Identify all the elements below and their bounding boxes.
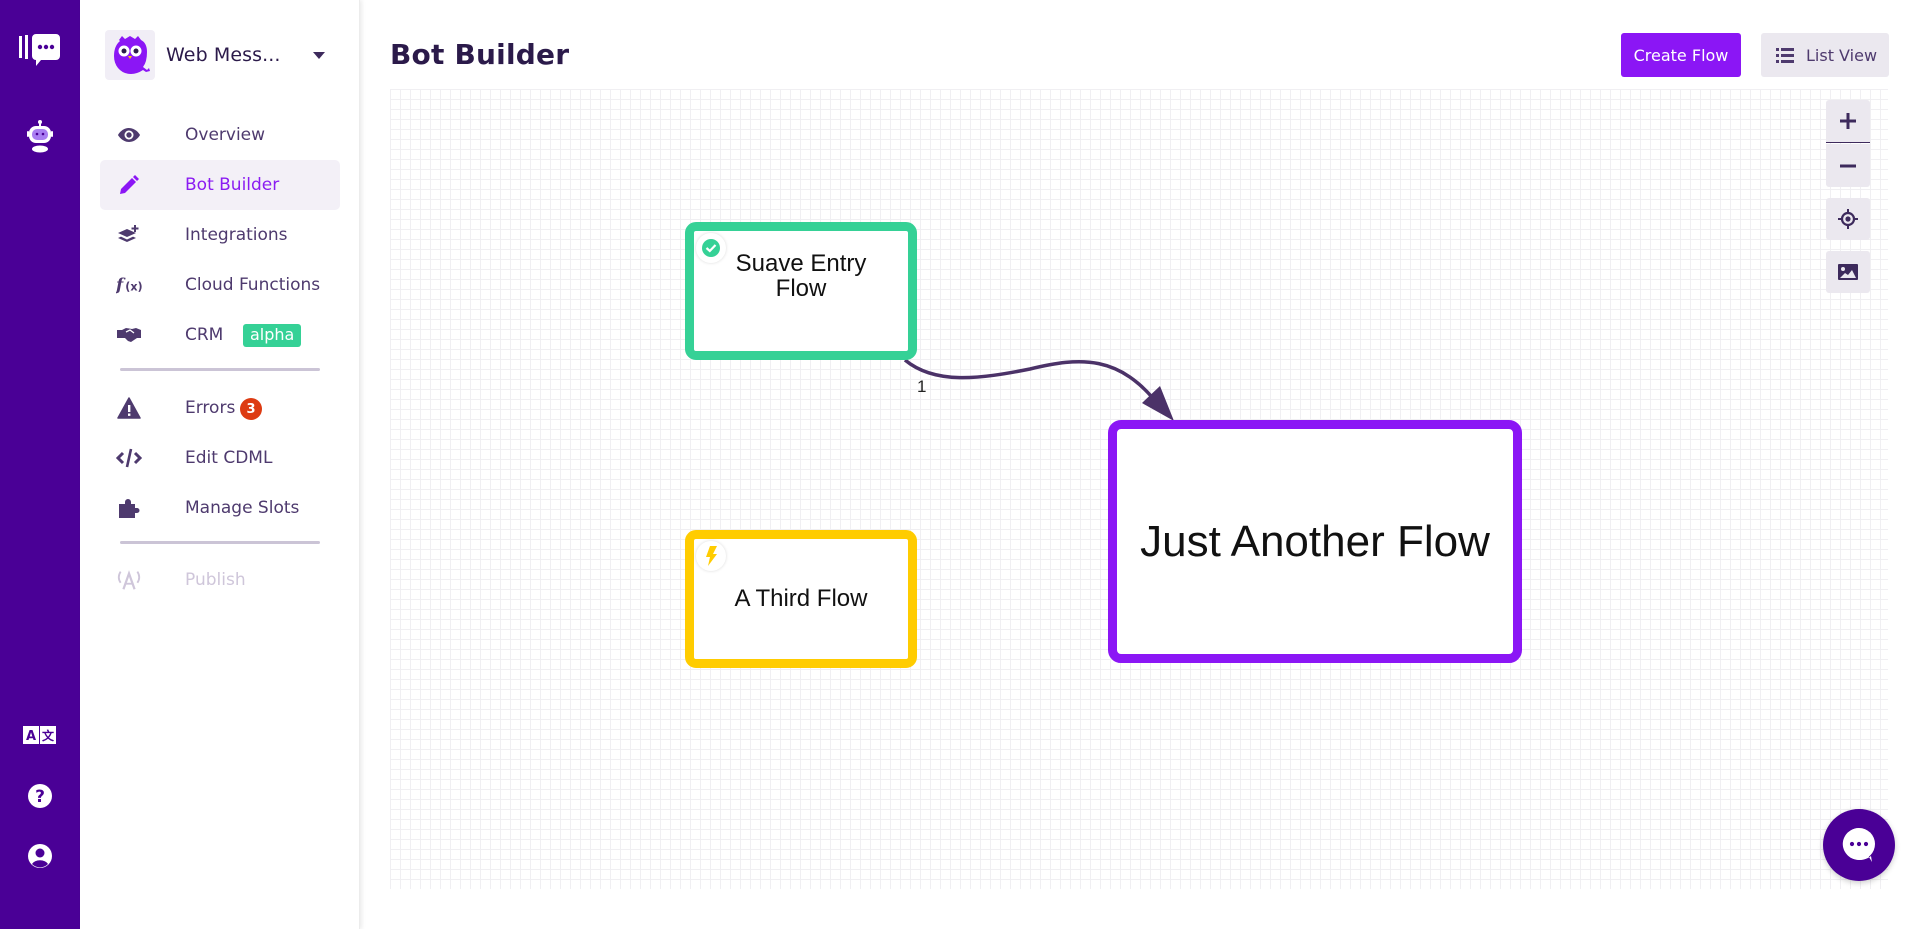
list-view-button[interactable]: List View xyxy=(1761,33,1889,77)
error-count-badge: 3 xyxy=(240,398,262,420)
sidebar-item-overview[interactable]: Overview xyxy=(100,110,340,160)
zoom-in-button[interactable] xyxy=(1826,100,1870,143)
sidebar-item-manage-slots[interactable]: Manage Slots xyxy=(100,483,340,533)
sidebar-item-edit-cdml[interactable]: Edit CDML xyxy=(100,433,340,483)
help-icon[interactable]: ? xyxy=(0,782,80,810)
puzzle-icon xyxy=(116,495,142,521)
flow-node-third[interactable]: A Third Flow xyxy=(685,530,917,668)
flow-node-suave-entry[interactable]: Suave Entry Flow xyxy=(685,222,917,360)
sidebar-item-publish[interactable]: Publish xyxy=(100,555,340,605)
node-label: Just Another Flow xyxy=(1140,516,1490,566)
plus-icon xyxy=(1840,113,1856,129)
layers-plus-icon xyxy=(116,222,142,248)
warning-icon xyxy=(116,395,142,421)
sidebar: Web Mess... Overview Bot Builder Integra… xyxy=(80,0,360,929)
function-icon: f (x) xyxy=(116,272,142,298)
sidebar-item-label: Edit CDML xyxy=(185,448,273,468)
flow-canvas[interactable]: 1 Suave Entry Flow A Third Flow Just Ano… xyxy=(390,89,1888,889)
sidebar-item-bot-builder[interactable]: Bot Builder xyxy=(100,160,340,210)
node-label: Suave Entry Flow xyxy=(735,250,867,302)
node-label: A Third Flow xyxy=(734,585,868,612)
sidebar-item-label: Publish xyxy=(185,570,246,590)
flow-edge[interactable] xyxy=(903,358,1162,409)
sidebar-item-errors[interactable]: Errors 3 xyxy=(100,383,340,433)
pencil-icon xyxy=(116,172,142,198)
user-account-icon[interactable] xyxy=(0,842,80,870)
flow-node-just-another[interactable]: Just Another Flow xyxy=(1108,420,1522,663)
page-title: Bot Builder xyxy=(390,38,570,71)
translate-icon[interactable]: A 文 xyxy=(0,724,80,746)
sidebar-item-integrations[interactable]: Integrations xyxy=(100,210,340,260)
svg-text:(x): (x) xyxy=(125,281,142,294)
owl-mascot-icon xyxy=(105,30,155,80)
eye-icon xyxy=(116,122,142,148)
list-view-label: List View xyxy=(1806,45,1878,65)
sidebar-item-label: Errors xyxy=(185,398,236,418)
lightning-icon xyxy=(696,541,726,571)
sidebar-item-label: Integrations xyxy=(185,225,288,245)
chat-bubble-icon xyxy=(1842,828,1875,862)
svg-text:A: A xyxy=(26,729,36,744)
chevron-down-icon[interactable] xyxy=(313,52,325,59)
sidebar-item-label: Cloud Functions xyxy=(185,275,321,295)
sidebar-divider xyxy=(120,541,320,544)
logo-chat-icon[interactable] xyxy=(0,30,80,70)
export-image-button[interactable] xyxy=(1826,251,1870,293)
sidebar-item-label: CRM xyxy=(185,325,224,345)
broadcast-icon xyxy=(116,567,142,593)
svg-text:文: 文 xyxy=(42,728,55,743)
minus-icon xyxy=(1840,164,1856,167)
arrowhead-icon xyxy=(1142,386,1174,421)
check-circle-icon xyxy=(696,233,726,263)
image-icon xyxy=(1838,264,1858,280)
edge-label: 1 xyxy=(917,377,927,396)
sidebar-item-label: Bot Builder xyxy=(185,175,280,195)
workspace-selector[interactable]: Web Mess... xyxy=(105,30,345,80)
sidebar-item-label: Manage Slots xyxy=(185,498,300,518)
sidebar-item-crm[interactable]: CRM alpha xyxy=(100,310,340,360)
create-flow-button[interactable]: Create Flow xyxy=(1621,33,1741,77)
zoom-out-button[interactable] xyxy=(1826,144,1870,187)
chat-widget-button[interactable] xyxy=(1823,809,1895,881)
sidebar-item-label: Overview xyxy=(185,125,266,145)
sidebar-item-cloud-functions[interactable]: f (x) Cloud Functions xyxy=(100,260,340,310)
svg-text:?: ? xyxy=(35,787,45,807)
center-view-button[interactable] xyxy=(1826,198,1870,240)
crosshair-icon xyxy=(1838,209,1858,229)
list-icon xyxy=(1776,47,1794,63)
sidebar-divider xyxy=(120,368,320,371)
bot-icon[interactable] xyxy=(0,116,80,156)
alpha-badge: alpha xyxy=(243,324,302,347)
workspace-name: Web Mess... xyxy=(166,44,281,66)
handshake-icon xyxy=(116,322,142,348)
code-icon xyxy=(116,445,142,471)
icon-rail: A 文 ? xyxy=(0,0,80,929)
